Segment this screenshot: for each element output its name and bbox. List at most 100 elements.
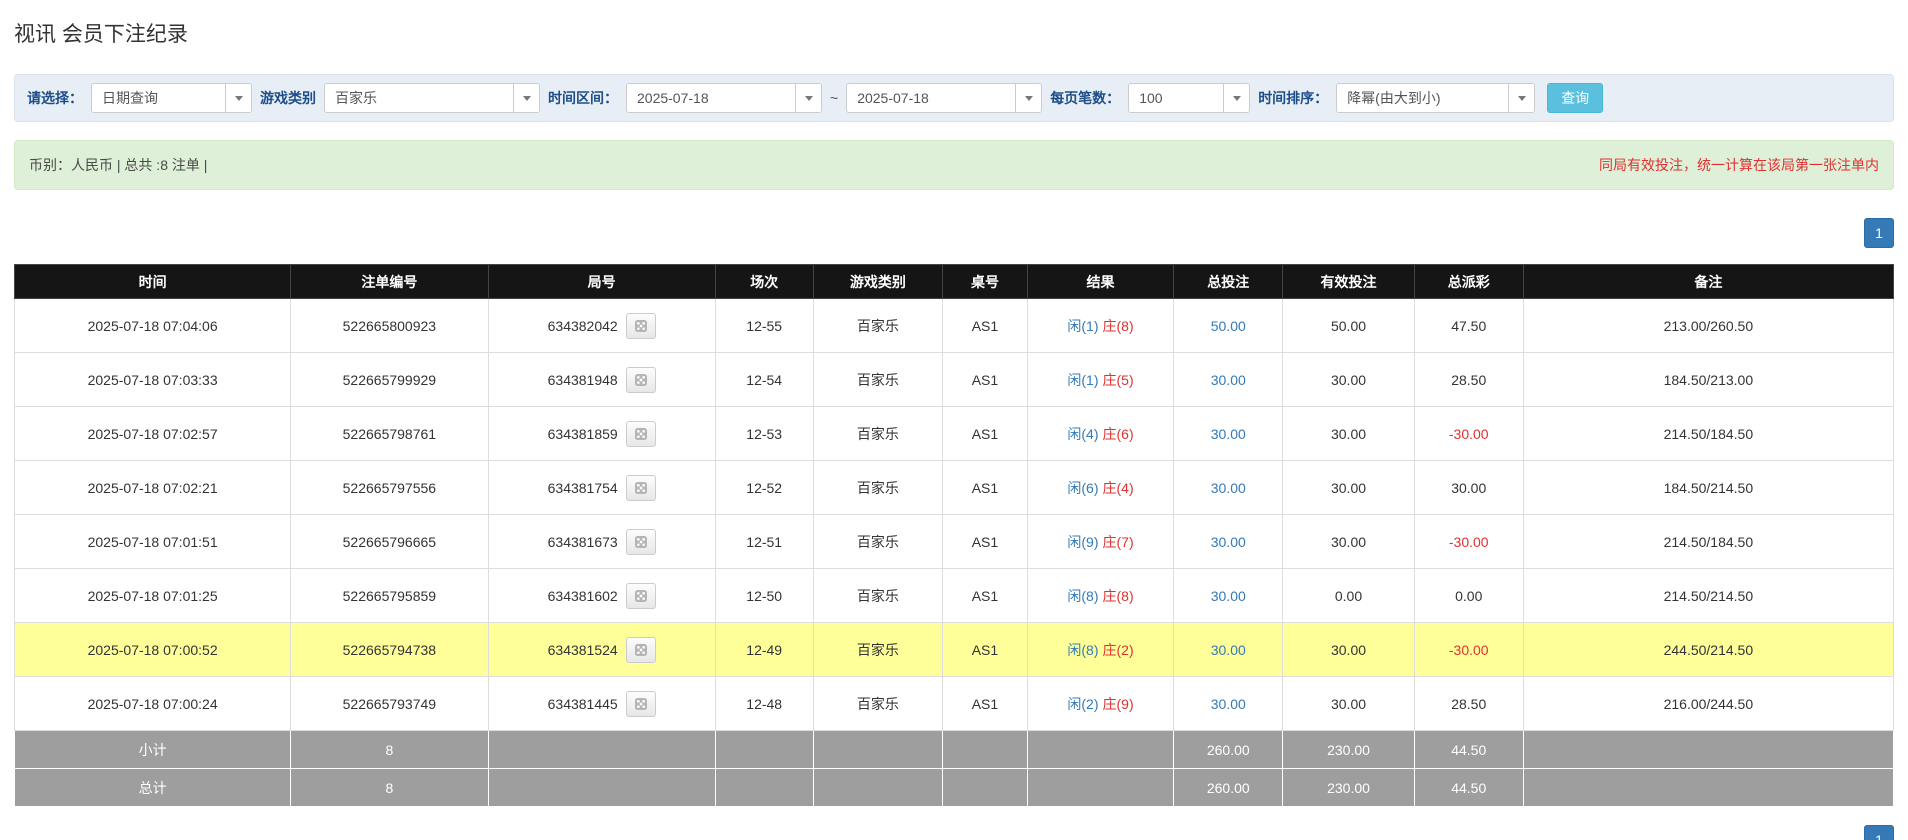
dice-icon[interactable]: [626, 475, 656, 501]
dice-icon[interactable]: [626, 529, 656, 555]
time-cell: 2025-07-18 07:00:52: [15, 623, 291, 677]
total-bet-cell[interactable]: 50.00: [1174, 299, 1283, 353]
dice-icon[interactable]: [626, 421, 656, 447]
table-header-row: 时间 注单编号 局号 场次 游戏类别 桌号 结果 总投注 有效投注 总派彩 备注: [15, 265, 1894, 299]
note-cell: 184.50/214.50: [1523, 461, 1893, 515]
table-row-highlighted: 2025-07-18 07:00:52 522665794738 6343815…: [15, 623, 1894, 677]
result-player: 闲(9): [1067, 534, 1098, 550]
payout-cell: 30.00: [1414, 461, 1523, 515]
chevron-down-icon: [513, 84, 539, 112]
note-cell: 216.00/244.50: [1523, 677, 1893, 731]
session-cell: 12-49: [715, 623, 813, 677]
dice-icon[interactable]: [626, 367, 656, 393]
search-button[interactable]: 查询: [1547, 83, 1603, 113]
game-cell: 百家乐: [813, 623, 943, 677]
page-size-label: 每页笔数：: [1050, 88, 1120, 108]
page: 视讯 会员下注纪录 请选择： 日期查询 游戏类别 百家乐 时间区间： 2025-…: [0, 0, 1908, 840]
result-banker: 庄(8): [1103, 318, 1134, 334]
table-no-cell: AS1: [943, 461, 1028, 515]
header-bet-id: 注单编号: [291, 265, 488, 299]
dice-icon[interactable]: [626, 583, 656, 609]
game-type-value: 百家乐: [325, 88, 513, 108]
total-label: 总计: [15, 769, 291, 807]
round-number: 634381673: [548, 534, 618, 550]
table-no-cell: AS1: [943, 353, 1028, 407]
time-cell: 2025-07-18 07:02:21: [15, 461, 291, 515]
time-cell: 2025-07-18 07:00:24: [15, 677, 291, 731]
valid-bet-cell: 0.00: [1283, 569, 1415, 623]
table-row: 2025-07-18 07:00:24 522665793749 6343814…: [15, 677, 1894, 731]
bet-id-cell: 522665793749: [291, 677, 488, 731]
bet-id-cell: 522665795859: [291, 569, 488, 623]
dice-icon[interactable]: [626, 313, 656, 339]
date-from-value: 2025-07-18: [627, 90, 795, 106]
round-cell: 634381859: [488, 407, 715, 461]
total-bet-cell[interactable]: 30.00: [1174, 677, 1283, 731]
table-no-cell: AS1: [943, 623, 1028, 677]
result-banker: 庄(9): [1103, 696, 1134, 712]
page-1-button-bottom[interactable]: 1: [1864, 825, 1894, 840]
total-bet-cell[interactable]: 30.00: [1174, 569, 1283, 623]
game-type-select[interactable]: 百家乐: [324, 83, 540, 113]
game-type-label: 游戏类别: [260, 88, 316, 108]
note-cell: 214.50/184.50: [1523, 407, 1893, 461]
session-cell: 12-50: [715, 569, 813, 623]
game-cell: 百家乐: [813, 407, 943, 461]
date-to-select[interactable]: 2025-07-18: [846, 83, 1042, 113]
note-cell: 214.50/214.50: [1523, 569, 1893, 623]
total-bet-cell[interactable]: 30.00: [1174, 515, 1283, 569]
session-cell: 12-53: [715, 407, 813, 461]
total-bet-cell[interactable]: 30.00: [1174, 407, 1283, 461]
bet-id-cell: 522665799929: [291, 353, 488, 407]
round-number: 634381754: [548, 480, 618, 496]
bet-records-table: 时间 注单编号 局号 场次 游戏类别 桌号 结果 总投注 有效投注 总派彩 备注…: [14, 264, 1894, 807]
round-cell: 634381754: [488, 461, 715, 515]
round-number: 634381859: [548, 426, 618, 442]
date-from-select[interactable]: 2025-07-18: [626, 83, 822, 113]
payout-cell: -30.00: [1414, 623, 1523, 677]
result-cell: 闲(8)庄(8): [1027, 569, 1174, 623]
payout-cell: 47.50: [1414, 299, 1523, 353]
valid-bet-cell: 50.00: [1283, 299, 1415, 353]
total-valid-bet: 230.00: [1283, 769, 1415, 807]
round-number: 634381524: [548, 642, 618, 658]
result-player: 闲(1): [1067, 318, 1098, 334]
result-banker: 庄(5): [1103, 372, 1134, 388]
result-cell: 闲(1)庄(5): [1027, 353, 1174, 407]
bet-id-cell: 522665797556: [291, 461, 488, 515]
query-type-label: 请选择：: [27, 88, 83, 108]
dice-icon[interactable]: [626, 637, 656, 663]
query-type-select[interactable]: 日期查询: [91, 83, 252, 113]
total-bet-cell[interactable]: 30.00: [1174, 461, 1283, 515]
total-bet-cell[interactable]: 30.00: [1174, 623, 1283, 677]
result-cell: 闲(9) 庄(7): [1027, 515, 1174, 569]
page-1-button[interactable]: 1: [1864, 218, 1894, 248]
round-cell: 634382042: [488, 299, 715, 353]
game-cell: 百家乐: [813, 515, 943, 569]
valid-bet-cell: 30.00: [1283, 515, 1415, 569]
payout-cell: -30.00: [1414, 515, 1523, 569]
header-game: 游戏类别: [813, 265, 943, 299]
session-cell: 12-52: [715, 461, 813, 515]
valid-bet-cell: 30.00: [1283, 407, 1415, 461]
total-bet-cell[interactable]: 30.00: [1174, 353, 1283, 407]
time-cell: 2025-07-18 07:02:57: [15, 407, 291, 461]
round-cell: 634381445: [488, 677, 715, 731]
subtotal-label: 小计: [15, 731, 291, 769]
result-player: 闲(4): [1067, 426, 1098, 442]
sort-order-label: 时间排序：: [1258, 88, 1328, 108]
pagination-top: 1: [14, 218, 1894, 248]
session-cell: 12-51: [715, 515, 813, 569]
round-number: 634381948: [548, 372, 618, 388]
subtotal-row: 小计 8 260.00 230.00 44.50: [15, 731, 1894, 769]
round-number: 634382042: [548, 318, 618, 334]
note-cell: 213.00/260.50: [1523, 299, 1893, 353]
sort-order-select[interactable]: 降幂(由大到小): [1336, 83, 1535, 113]
page-size-select[interactable]: 100: [1128, 83, 1250, 113]
note-cell: 184.50/213.00: [1523, 353, 1893, 407]
dice-icon[interactable]: [626, 691, 656, 717]
chevron-down-icon: [225, 84, 251, 112]
result-banker: 庄(7): [1103, 534, 1134, 550]
result-player: 闲(6): [1067, 480, 1098, 496]
table-no-cell: AS1: [943, 515, 1028, 569]
